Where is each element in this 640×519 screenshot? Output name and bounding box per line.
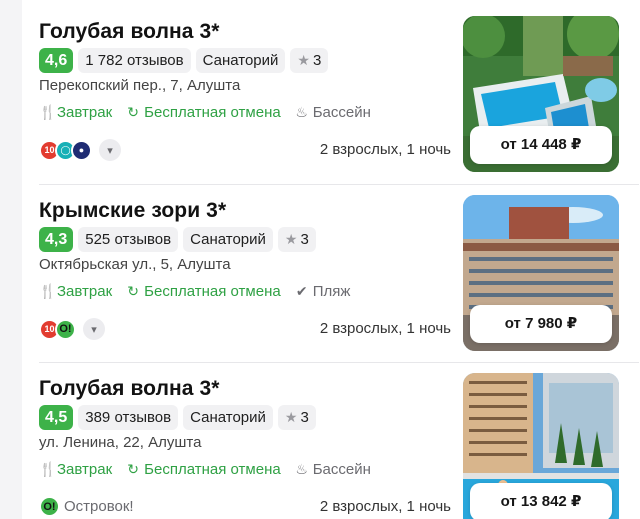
partner-name[interactable]: Островок! [64,498,134,515]
stars-value: 3 [300,409,309,426]
hotel-address: ул. Ленина, 22, Алушта [39,434,202,451]
rating-badge: 4,5 [39,405,74,430]
price-button[interactable]: от 13 842 ₽ [470,483,612,519]
feature-label: Завтрак [57,104,113,121]
feature-label: Бесплатная отмена [144,104,281,121]
feature-pool: ♨ Бассейн [295,104,371,121]
hotel-photo[interactable]: от 13 842 ₽ [463,373,619,519]
fork-knife-icon: 🍴 [39,461,57,477]
hotel-card[interactable]: Крымские зори 3* 4,3 525 отзывов Санатор… [39,179,639,357]
hotel-title[interactable]: Голубая волна 3* [39,20,220,44]
type-chip: Санаторий [183,405,273,430]
partner-logos: 10 O! ▾ [39,318,105,340]
hotel-address: Октябрьская ул., 5, Алушта [39,256,231,273]
hotel-address: Перекопский пер., 7, Алушта [39,77,241,94]
feature-pool: ♨ Бассейн [295,461,371,478]
hotel-results-panel: Голубая волна 3* 4,6 1 782 отзывов Санат… [22,0,640,519]
feature-breakfast: 🍴 Завтрак [39,461,112,478]
rating-badge: 4,6 [39,48,74,73]
fork-knife-icon: 🍴 [39,283,57,299]
feature-label: Пляж [312,283,351,300]
feature-label: Бассейн [312,104,371,121]
feature-label: Завтрак [57,283,113,300]
chevron-down-icon[interactable]: ▾ [99,139,121,161]
pool-icon: ♨ [295,461,308,477]
feature-breakfast: 🍴 Завтрак [39,283,112,300]
refresh-icon: ↻ [127,283,140,299]
star-icon: ★ [297,52,310,68]
guests-nights: 2 взрослых, 1 ночь [319,141,451,158]
feature-free-cancel: ↻ Бесплатная отмена [126,461,281,478]
hotel-photo[interactable]: от 7 980 ₽ [463,195,619,351]
partner-navy-icon: ● [71,139,92,161]
partner-logos: 10 ◯ ● ▾ [39,139,121,161]
stars-value: 3 [300,231,309,248]
hotel-title[interactable]: Голубая волна 3* [39,377,220,401]
feature-label: Бесплатная отмена [144,283,281,300]
pool-icon: ♨ [295,104,308,120]
reviews-chip[interactable]: 525 отзывов [78,227,179,252]
reviews-chip[interactable]: 389 отзывов [78,405,179,430]
check-icon: ✔ [295,283,308,299]
feature-free-cancel: ↻ Бесплатная отмена [126,283,281,300]
offer-row: 10 O! ▾ 2 взрослых, 1 ночь [39,316,451,342]
hotel-chips: 4,6 1 782 отзывов Санаторий ★ 3 [39,48,329,73]
feature-label: Бассейн [312,461,371,478]
feature-label: Бесплатная отмена [144,461,281,478]
partner-ostrovok-icon: O! [55,318,76,340]
feature-free-cancel: ↻ Бесплатная отмена [126,104,281,121]
hotel-card[interactable]: Голубая волна 3* 4,5 389 отзывов Санатор… [39,357,639,519]
star-icon: ★ [284,409,298,425]
hotel-chips: 4,5 389 отзывов Санаторий ★ 3 [39,405,316,430]
reviews-chip[interactable]: 1 782 отзывов [78,48,191,73]
type-chip: Санаторий [195,48,286,73]
hotel-photo[interactable]: от 14 448 ₽ [463,16,619,172]
refresh-icon: ↻ [127,104,140,120]
offer-row: O! Островок! 2 взрослых, 1 ночь [39,494,451,519]
fork-knife-icon: 🍴 [39,104,57,120]
feature-list: 🍴 Завтрак ↻ Бесплатная отмена ♨ Бассейн [39,104,371,121]
refresh-icon: ↻ [127,461,140,477]
hotel-title[interactable]: Крымские зори 3* [39,199,226,223]
type-chip: Санаторий [183,227,273,252]
partner-logos: O! Островок! [39,496,134,517]
star-icon: ★ [284,231,298,247]
feature-breakfast: 🍴 Завтрак [39,104,112,121]
price-button[interactable]: от 7 980 ₽ [470,305,612,343]
stars-chip: ★ 3 [290,48,329,73]
price-button[interactable]: от 14 448 ₽ [470,126,612,164]
feature-label: Завтрак [57,461,113,478]
partner-ostrovok-icon: O! [39,496,60,517]
stars-chip: ★ 3 [277,227,316,252]
feature-list: 🍴 Завтрак ↻ Бесплатная отмена ♨ Бассейн [39,461,371,478]
stars-value: 3 [312,52,322,69]
feature-beach: ✔ Пляж [295,283,351,300]
stars-chip: ★ 3 [277,405,316,430]
hotel-chips: 4,3 525 отзывов Санаторий ★ 3 [39,227,316,252]
chevron-down-icon[interactable]: ▾ [83,318,105,340]
rating-badge: 4,3 [39,227,74,252]
hotel-card[interactable]: Голубая волна 3* 4,6 1 782 отзывов Санат… [39,0,639,178]
offer-row: 10 ◯ ● ▾ 2 взрослых, 1 ночь [39,137,451,163]
guests-nights: 2 взрослых, 1 ночь [319,498,451,515]
guests-nights: 2 взрослых, 1 ночь [319,320,451,337]
feature-list: 🍴 Завтрак ↻ Бесплатная отмена ✔ Пляж [39,283,350,300]
